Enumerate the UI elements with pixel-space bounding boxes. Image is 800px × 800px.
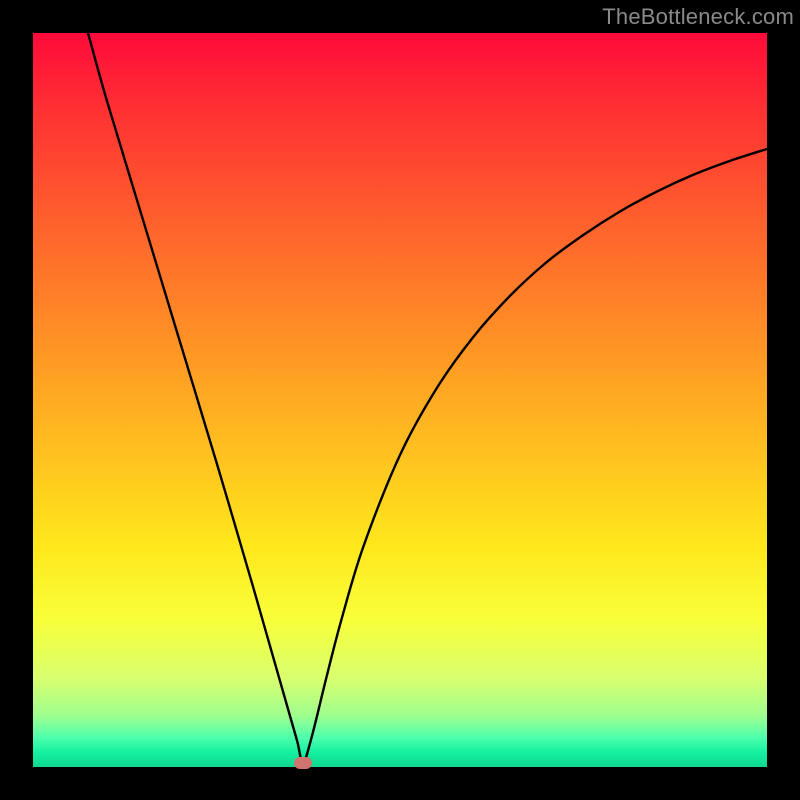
chart-frame: TheBottleneck.com [0,0,800,800]
optimum-marker [294,757,312,769]
watermark-text: TheBottleneck.com [602,4,794,30]
bottleneck-curve [33,33,767,767]
